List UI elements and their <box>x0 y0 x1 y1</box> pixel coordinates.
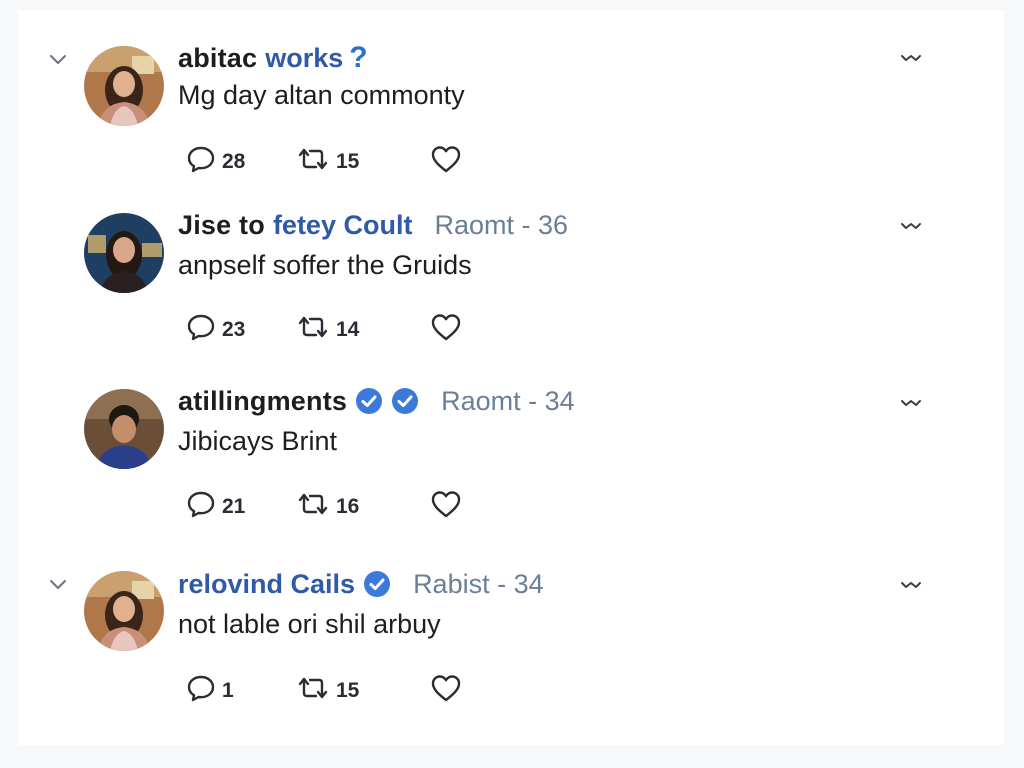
retweet-button[interactable]: 14 <box>296 312 430 347</box>
more-options-icon[interactable] <box>898 575 924 595</box>
like-button[interactable] <box>430 673 470 708</box>
avatar[interactable] <box>84 389 164 469</box>
post-header: atillingments Raomt - 34 <box>178 383 575 419</box>
post-text: Jibicays Brint <box>178 426 338 456</box>
like-button[interactable] <box>430 144 470 179</box>
more-options-icon[interactable] <box>898 216 924 236</box>
reply-icon <box>186 144 216 179</box>
author-name[interactable]: Jise to <box>178 210 265 241</box>
verified-badge-icon <box>363 570 391 598</box>
retweet-count: 14 <box>336 317 360 341</box>
more-options-icon[interactable] <box>898 393 924 413</box>
retweet-icon <box>296 673 330 708</box>
reply-button[interactable]: 1 <box>186 673 296 708</box>
author-handle[interactable]: fetey Coult <box>273 210 413 241</box>
heart-icon <box>430 673 462 708</box>
retweet-count: 15 <box>336 678 360 702</box>
retweet-button[interactable]: 15 <box>296 673 430 708</box>
chevron-down-icon[interactable] <box>46 573 70 597</box>
reply-icon <box>186 489 216 524</box>
post-item: atillingments Raomt - 34 Jibicays Brint … <box>18 356 1004 526</box>
reply-button[interactable]: 23 <box>186 312 296 347</box>
post-item: abitac works ? Mg day altan commonty 28 … <box>18 10 1004 180</box>
retweet-icon <box>296 489 330 524</box>
author-name[interactable]: atillingments <box>178 386 347 417</box>
verified-badge-icon <box>391 387 419 415</box>
reply-count: 21 <box>222 494 246 518</box>
avatar[interactable] <box>84 46 164 126</box>
verified-badge-icon <box>355 387 383 415</box>
post-meta: Raomt - 36 <box>434 209 569 240</box>
reply-icon <box>186 312 216 347</box>
post-actions: 23 14 <box>186 312 470 347</box>
reply-button[interactable]: 28 <box>186 144 296 179</box>
post-actions: 21 16 <box>186 489 470 524</box>
post-text: not lable ori shil arbuy <box>178 609 441 639</box>
reply-icon <box>186 673 216 708</box>
post-item: Jise to fetey Coult Raomt - 36 anpself s… <box>18 180 1004 350</box>
chevron-down-icon[interactable] <box>46 48 70 72</box>
retweet-count: 15 <box>336 149 360 173</box>
post-header: relovind Cails Rabist - 34 <box>178 566 544 602</box>
retweet-button[interactable]: 16 <box>296 489 430 524</box>
post-text: anpself soffer the Gruids <box>178 250 472 280</box>
retweet-button[interactable]: 15 <box>296 144 430 179</box>
reply-count: 28 <box>222 149 246 173</box>
post-header: abitac works ? <box>178 40 368 76</box>
author-name[interactable]: relovind Cails <box>178 569 355 600</box>
heart-icon <box>430 312 462 347</box>
retweet-icon <box>296 144 330 179</box>
heart-icon <box>430 489 462 524</box>
more-options-icon[interactable] <box>898 48 924 68</box>
post-actions: 1 15 <box>186 673 470 708</box>
reply-count: 1 <box>222 678 234 702</box>
post-text: Mg day altan commonty <box>178 80 465 110</box>
retweet-count: 16 <box>336 494 360 518</box>
question-mark: ? <box>349 41 368 74</box>
post-header: Jise to fetey Coult Raomt - 36 <box>178 207 568 243</box>
retweet-icon <box>296 312 330 347</box>
author-handle[interactable]: works <box>265 43 343 74</box>
post-meta: Raomt - 34 <box>441 385 575 416</box>
reply-count: 23 <box>222 317 246 341</box>
post-actions: 28 15 <box>186 144 470 179</box>
heart-icon <box>430 144 462 179</box>
avatar[interactable] <box>84 213 164 293</box>
author-name[interactable]: abitac <box>178 43 257 74</box>
post-meta: Rabist - 34 <box>413 568 544 599</box>
avatar[interactable] <box>84 571 164 651</box>
reply-button[interactable]: 21 <box>186 489 296 524</box>
like-button[interactable] <box>430 312 470 347</box>
like-button[interactable] <box>430 489 470 524</box>
feed-panel: abitac works ? Mg day altan commonty 28 … <box>18 10 1004 745</box>
post-item: relovind Cails Rabist - 34 not lable ori… <box>18 537 1004 707</box>
